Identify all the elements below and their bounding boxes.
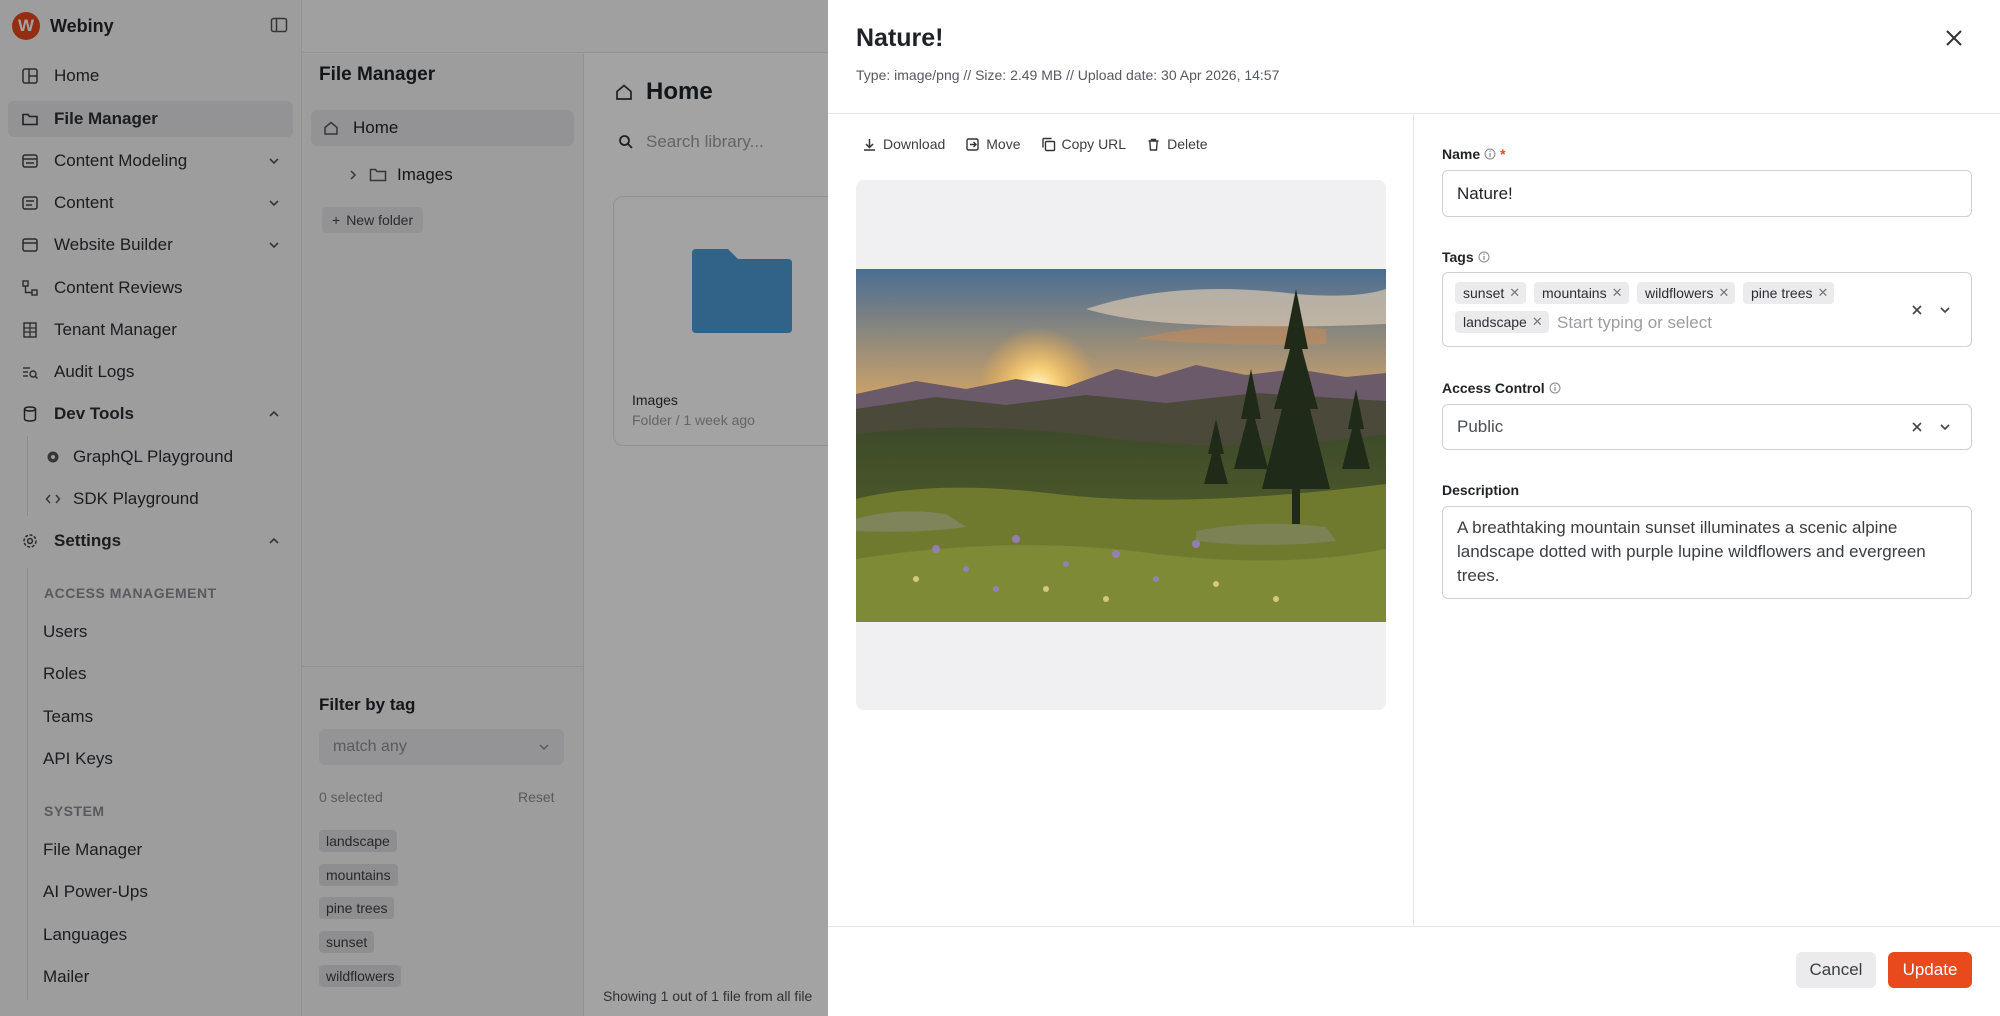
remove-tag-icon[interactable]: ✕	[1612, 285, 1623, 301]
download-label: Download	[883, 136, 946, 152]
file-actions: Download Move Copy URL Delete	[862, 136, 1208, 152]
tag-label: landscape	[1463, 314, 1527, 330]
cancel-button[interactable]: Cancel	[1796, 952, 1876, 988]
description-textarea[interactable]: A breathtaking mountain sunset illuminat…	[1442, 506, 1972, 599]
trash-icon	[1146, 137, 1161, 152]
remove-tag-icon[interactable]: ✕	[1718, 285, 1729, 301]
info-icon	[1549, 382, 1561, 394]
info-icon	[1484, 148, 1496, 160]
access-control-label-text: Access Control	[1442, 380, 1545, 396]
access-control-label: Access Control	[1442, 380, 1561, 396]
image-preview	[856, 180, 1386, 710]
clear-icon[interactable]	[1910, 420, 1924, 434]
tag-label: mountains	[1542, 285, 1607, 301]
tag-chip: landscape ✕	[1455, 311, 1549, 333]
move-label: Move	[986, 136, 1021, 152]
update-button[interactable]: Update	[1888, 952, 1972, 988]
download-button[interactable]: Download	[862, 136, 945, 152]
access-control-select[interactable]: Public	[1442, 404, 1972, 450]
file-meta: Type: image/png // Size: 2.49 MB // Uplo…	[856, 67, 1280, 83]
remove-tag-icon[interactable]: ✕	[1817, 285, 1828, 301]
close-icon[interactable]	[1943, 27, 1965, 49]
copy-url-button[interactable]: Copy URL	[1041, 136, 1127, 152]
delete-button[interactable]: Delete	[1146, 136, 1208, 152]
description-label-text: Description	[1442, 482, 1520, 498]
divider	[828, 926, 2000, 927]
tag-label: pine trees	[1751, 285, 1813, 301]
tag-chip: pine trees ✕	[1743, 282, 1835, 304]
tag-chip: wildflowers ✕	[1637, 282, 1736, 304]
chevron-down-icon[interactable]	[1938, 303, 1952, 317]
tags-input[interactable]: sunset ✕ mountains ✕ wildflowers ✕ pine tre…	[1442, 272, 1972, 347]
delete-label: Delete	[1167, 136, 1208, 152]
chevron-down-icon[interactable]	[1938, 420, 1952, 434]
copy-url-label: Copy URL	[1061, 136, 1127, 152]
move-button[interactable]: Move	[965, 136, 1021, 152]
description-label: Description	[1442, 482, 1519, 498]
remove-tag-icon[interactable]: ✕	[1532, 314, 1543, 330]
required-mark: *	[1500, 146, 1506, 162]
download-icon	[862, 137, 877, 152]
file-title: Nature!	[856, 24, 944, 52]
tags-label: Tags	[1442, 249, 1490, 265]
divider	[828, 113, 2000, 114]
name-input[interactable]: Nature!	[1442, 170, 1972, 217]
copy-icon	[1041, 137, 1056, 152]
tag-label: sunset	[1463, 285, 1505, 301]
move-icon	[965, 137, 980, 152]
name-label-text: Name	[1442, 146, 1481, 162]
mountain-sunset-image	[856, 269, 1386, 622]
name-label: Name *	[1442, 146, 1506, 162]
clear-icon[interactable]	[1910, 303, 1924, 317]
remove-tag-icon[interactable]: ✕	[1509, 285, 1520, 301]
access-control-value: Public	[1457, 417, 1504, 436]
tag-label: wildflowers	[1645, 285, 1714, 301]
tags-placeholder[interactable]: Start typing or select	[1557, 313, 1712, 333]
tags-label-text: Tags	[1442, 249, 1474, 265]
info-icon	[1478, 251, 1490, 263]
tag-chip: mountains ✕	[1534, 282, 1629, 304]
tag-chip: sunset ✕	[1455, 282, 1527, 304]
divider	[1413, 114, 1414, 926]
